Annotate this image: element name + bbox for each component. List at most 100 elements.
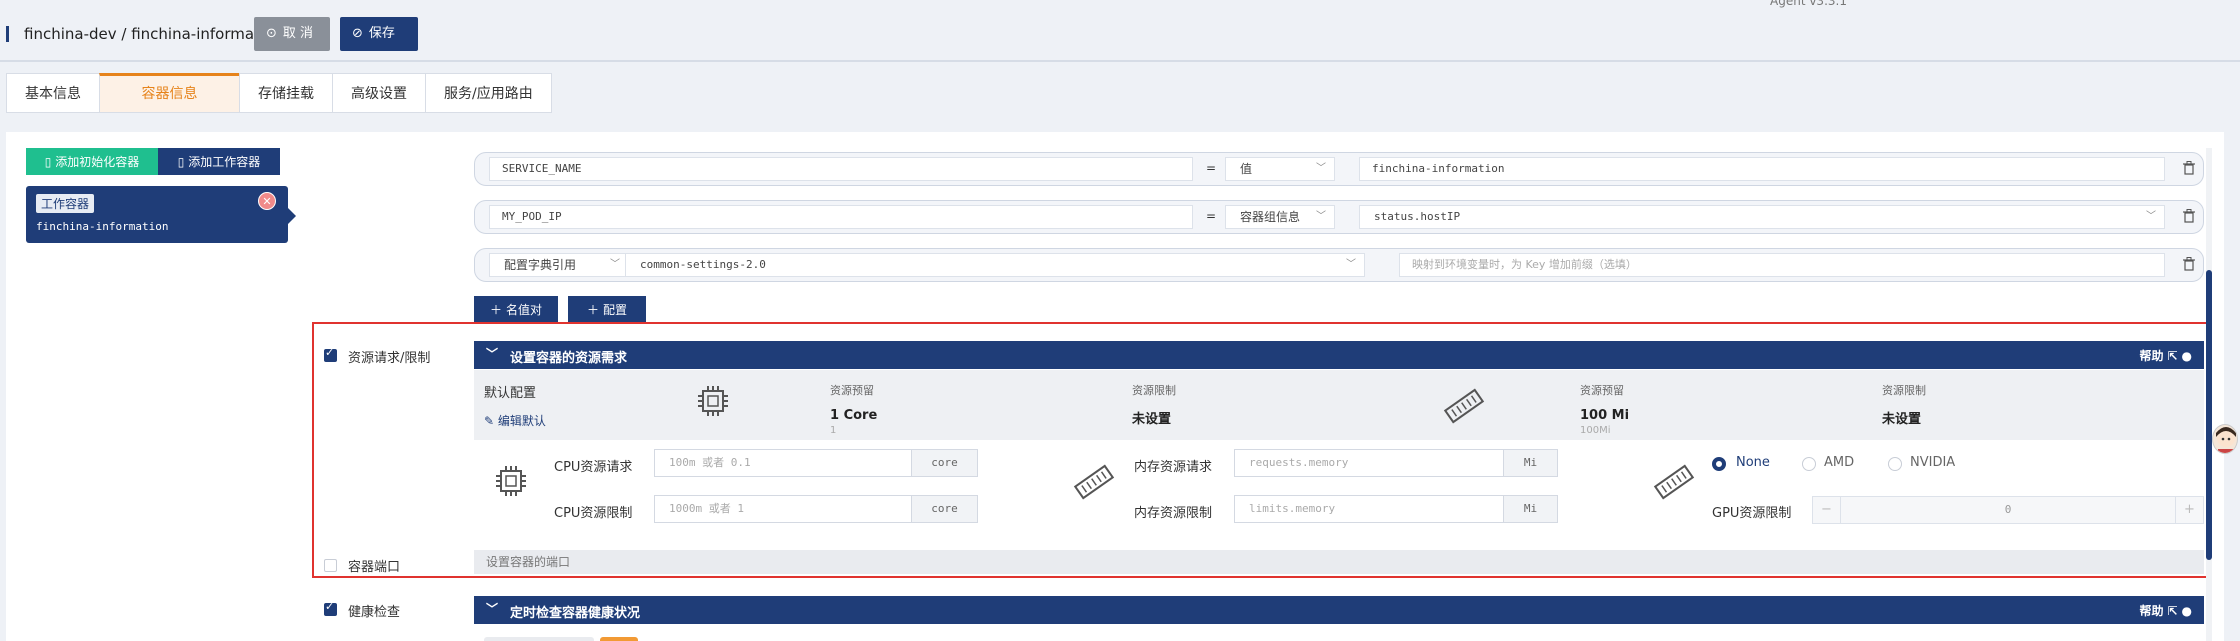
cpu-limit-label: CPU资源限制 (554, 506, 633, 521)
agent-version-text: Agent v3.3.1 (1770, 0, 1847, 8)
help-link[interactable]: 帮助 ⇱ ● (2139, 602, 2192, 619)
add-init-container-button[interactable]: ▯ 添加初始化容器 (26, 148, 158, 175)
chevron-down-icon: ﹀ (486, 602, 499, 616)
document-icon: ▯ (177, 154, 185, 169)
env-value-field[interactable]: finchina-information (1359, 157, 2165, 181)
document-icon: ▯ (44, 154, 52, 169)
memory-limit-default: 资源限制 未设置 (1882, 384, 1926, 427)
chevron-down-icon: ﹀ (610, 259, 620, 270)
env-name-field[interactable]: MY_POD_IP (489, 205, 1193, 229)
equals-sign: = (1206, 161, 1217, 175)
cpu-unit: core (911, 496, 977, 522)
health-probe-tag (600, 637, 638, 641)
tab-bar: 基本信息 容器信息 存储挂载 高级设置 服务/应用路由 (6, 73, 552, 113)
add-key-value-button[interactable]: ＋名值对 (474, 296, 558, 322)
cpu-limit-default: 资源限制 未设置 (1132, 384, 1176, 427)
health-bar-title: 定时检查容器健康状况 (510, 606, 641, 621)
resources-header-bar[interactable]: ﹀ 设置容器的资源需求 帮助 ⇱ ● (474, 341, 2204, 369)
resources-checkbox[interactable] (324, 346, 337, 362)
plus-icon: ＋ (489, 302, 502, 317)
cpu-request-input[interactable]: 100m 或者 0.1 core (654, 449, 978, 477)
gpu-icon (1653, 464, 1695, 500)
prefix-input[interactable]: 映射到环境变量时，为 Key 增加前缀（选填） (1399, 253, 2165, 277)
external-link-icon: ⇱ (2167, 348, 2178, 363)
trash-icon[interactable] (2183, 257, 2195, 271)
container-name: finchina-information (36, 220, 169, 233)
cancel-icon: ⊙ (266, 26, 277, 41)
assistant-avatar[interactable] (2212, 424, 2238, 454)
memory-request-input[interactable]: requests.memory Mi (1234, 449, 1558, 477)
question-icon: ● (2181, 348, 2192, 363)
tab-basic-info[interactable]: 基本信息 (6, 73, 99, 113)
tab-advanced-settings[interactable]: 高级设置 (332, 73, 425, 113)
gpu-none-label: None (1736, 455, 1770, 470)
cpu-request-default: 资源预留 1 Core 1 (830, 384, 878, 436)
plus-icon[interactable]: + (2175, 497, 2203, 523)
save-button[interactable]: ⊘ 保存 (340, 17, 418, 51)
breadcrumb: finchina-dev / finchina-information (24, 25, 283, 43)
scrollbar-thumb[interactable] (2206, 270, 2212, 560)
equals-sign: = (1206, 209, 1217, 223)
resources-bar-title: 设置容器的资源需求 (510, 351, 628, 366)
tab-service-routing[interactable]: 服务/应用路由 (425, 73, 552, 113)
help-link[interactable]: 帮助 ⇱ ● (2139, 347, 2192, 364)
chevron-down-icon: ﹀ (1346, 259, 1356, 270)
env-row: SERVICE_NAME = 值 ﹀ finchina-information (474, 152, 2204, 186)
gpu-limit-label: GPU资源限制 (1712, 506, 1792, 521)
container-type-badge: 工作容器 (36, 194, 95, 213)
edit-default-link[interactable]: ✎ 编辑默认 (484, 412, 546, 429)
add-work-container-button[interactable]: ▯ 添加工作容器 (158, 148, 280, 175)
tab-storage-mount[interactable]: 存储挂载 (239, 73, 332, 113)
memory-unit: Mi (1503, 496, 1557, 522)
env-name-field[interactable]: SERVICE_NAME (489, 157, 1193, 181)
trash-icon[interactable] (2183, 161, 2195, 175)
health-header-bar[interactable]: ﹀ 定时检查容器健康状况 帮助 ⇱ ● (474, 596, 2204, 624)
default-config-title: 默认配置 (484, 386, 537, 401)
top-bar: finchina-dev / finchina-information ⊙ 取 … (0, 0, 2240, 62)
ports-checkbox[interactable] (324, 559, 337, 572)
gpu-nvidia-label: NVIDIA (1910, 455, 1956, 470)
gpu-limit-value: 0 (2004, 503, 2012, 516)
avatar-face-icon (2216, 427, 2236, 453)
cpu-icon (496, 466, 526, 496)
configmap-row: 配置字典引用 ﹀ common-settings-2.0 ﹀ 映射到环境变量时，为 … (474, 248, 2204, 282)
chevron-down-icon: ﹀ (1316, 163, 1326, 174)
configmap-name-select[interactable]: common-settings-2.0 ﹀ (625, 253, 1365, 277)
chevron-down-icon: ﹀ (1316, 211, 1326, 222)
question-icon: ● (2181, 603, 2192, 618)
container-card[interactable]: 工作容器 finchina-information (26, 186, 296, 243)
gpu-none-radio[interactable] (1712, 457, 1726, 471)
breadcrumb-marker (6, 26, 9, 42)
gpu-amd-radio[interactable] (1802, 457, 1816, 471)
add-config-button[interactable]: ＋配置 (568, 296, 646, 322)
chevron-down-icon: ﹀ (486, 347, 499, 361)
memory-limit-input[interactable]: limits.memory Mi (1234, 495, 1558, 523)
env-type-select[interactable]: 值 ﹀ (1225, 157, 1335, 181)
close-icon[interactable]: ✕ (258, 192, 276, 210)
resources-checkbox-label: 资源请求/限制 (348, 351, 431, 366)
memory-icon (1073, 464, 1115, 500)
trash-icon[interactable] (2183, 209, 2195, 223)
cpu-unit: core (911, 450, 977, 476)
memory-request-default: 资源预留 100 Mi 100Mi (1580, 384, 1630, 436)
gpu-amd-label: AMD (1824, 455, 1855, 470)
memory-icon (1443, 388, 1485, 424)
tab-container-info[interactable]: 容器信息 (99, 73, 239, 113)
chevron-down-icon: ﹀ (2146, 211, 2156, 222)
external-link-icon: ⇱ (2167, 603, 2178, 618)
ports-bar[interactable]: 设置容器的端口 (474, 550, 2204, 574)
memory-request-label: 内存资源请求 (1134, 460, 1213, 475)
ports-checkbox-label: 容器端口 (348, 560, 401, 575)
configmap-type-select[interactable]: 配置字典引用 ﹀ (489, 253, 629, 277)
gpu-nvidia-radio[interactable] (1888, 457, 1902, 471)
plus-icon: ＋ (586, 302, 599, 317)
health-checkbox[interactable] (324, 600, 337, 616)
cancel-button[interactable]: ⊙ 取 消 (254, 17, 330, 51)
cpu-limit-input[interactable]: 1000m 或者 1 core (654, 495, 978, 523)
memory-limit-label: 内存资源限制 (1134, 506, 1213, 521)
gpu-limit-stepper[interactable]: − 0 + (1812, 496, 2204, 524)
health-probe-chip (484, 637, 594, 641)
env-type-select[interactable]: 容器组信息 ﹀ (1225, 205, 1335, 229)
env-row: MY_POD_IP = 容器组信息 ﹀ status.hostIP ﹀ (474, 200, 2204, 234)
env-value-select[interactable]: status.hostIP ﹀ (1359, 205, 2165, 229)
